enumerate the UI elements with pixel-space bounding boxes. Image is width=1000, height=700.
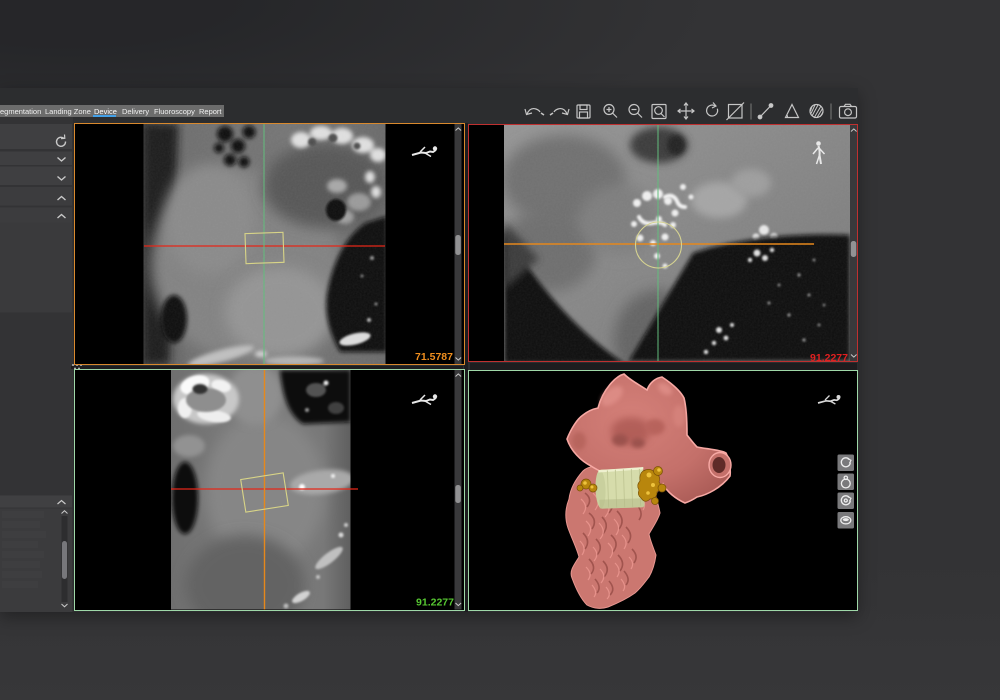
svg-text:91.2277: 91.2277 — [416, 597, 454, 609]
svg-text:91.2277: 91.2277 — [810, 352, 848, 361]
svg-text:71.5787: 71.5787 — [415, 351, 453, 363]
